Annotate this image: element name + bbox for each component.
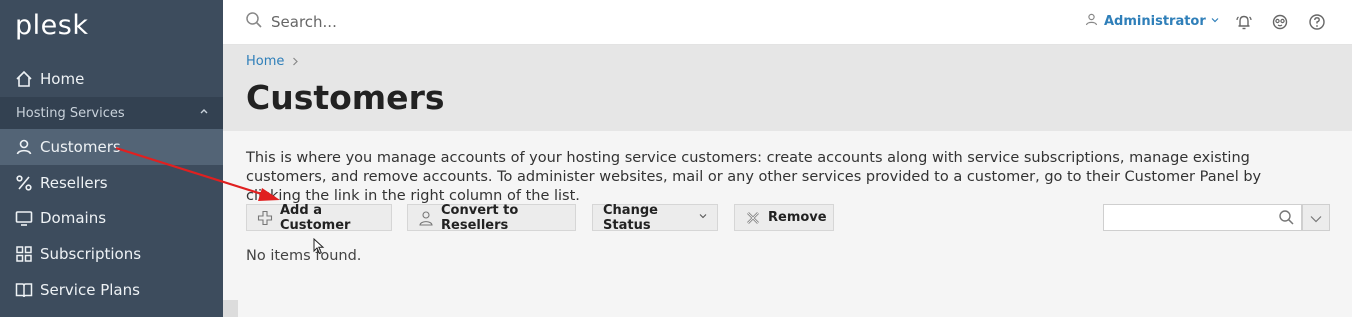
grid-icon [15,245,33,263]
user-convert-icon [418,210,434,226]
sidebar-item-label: Customers [40,138,121,156]
user-icon [1085,13,1098,30]
remove-label: Remove [768,210,827,225]
sidebar-item-label: Service Plans [40,281,140,299]
empty-list-message: No items found. [246,248,362,264]
book-icon [15,281,33,299]
chevron-down-icon [1310,208,1322,227]
add-customer-label: Add a Customer [280,202,351,233]
sidebar-item-customers[interactable]: Customers [0,129,223,165]
add-customer-button[interactable]: Add a Customer [246,202,392,233]
extensions-icon[interactable] [1270,12,1290,32]
sidebar-group-label: Hosting Services [16,105,125,121]
change-status-dropdown[interactable]: Change Status [592,202,718,233]
top-bar: Search... Administrator [223,0,1352,45]
scrollbar[interactable] [223,300,238,317]
sidebar-item-label: Subscriptions [40,245,142,263]
chevron-right-icon [292,55,299,69]
search-input[interactable]: Search... [245,11,337,33]
help-icon[interactable] [1307,12,1327,32]
page-header: Home Customers [223,45,1352,131]
convert-to-resellers-label: Convert to Resellers [441,202,519,233]
remove-button[interactable]: Remove [734,204,834,231]
page-title: Customers [246,78,445,117]
change-status-label: Change Status [603,202,658,233]
list-search-input[interactable] [1103,204,1302,231]
search-icon [245,11,263,33]
sidebar-group-hosting-services[interactable]: Hosting Services [0,97,223,129]
monitor-icon [15,209,33,227]
chevron-up-icon [199,105,209,119]
breadcrumb: Home [246,54,299,69]
search-options-toggle[interactable] [1302,204,1330,231]
percent-icon [15,174,33,192]
plesk-logo[interactable]: plesk [15,10,88,41]
chevron-down-icon [1211,16,1219,27]
notifications-icon[interactable] [1234,12,1254,32]
sidebar-item-resellers[interactable]: Resellers [0,165,223,201]
user-name: Administrator [1104,14,1206,29]
user-icon [15,138,33,156]
sidebar-item-service-plans[interactable]: Service Plans [0,272,223,308]
search-placeholder: Search... [271,13,337,31]
mouse-cursor-icon [313,238,325,255]
sidebar-item-label: Domains [40,209,107,227]
plus-icon [257,210,273,226]
breadcrumb-home-link[interactable]: Home [246,54,284,69]
remove-icon [745,210,761,226]
sidebar-item-label: Home [40,70,85,88]
sidebar-item-home[interactable]: Home [0,61,223,97]
user-menu[interactable]: Administrator [1085,13,1219,30]
sidebar-item-subscriptions[interactable]: Subscriptions [0,236,223,272]
sidebar-item-domains[interactable]: Domains [0,200,223,236]
sidebar-item-label: Resellers [40,174,108,192]
home-icon [15,70,33,88]
sidebar: plesk Home Hosting Services Customers Re… [0,0,223,317]
chevron-down-icon [699,212,707,223]
convert-to-resellers-button[interactable]: Convert to Resellers [407,202,576,233]
page-description: This is where you manage accounts of you… [246,150,1262,204]
search-icon [1278,209,1295,230]
